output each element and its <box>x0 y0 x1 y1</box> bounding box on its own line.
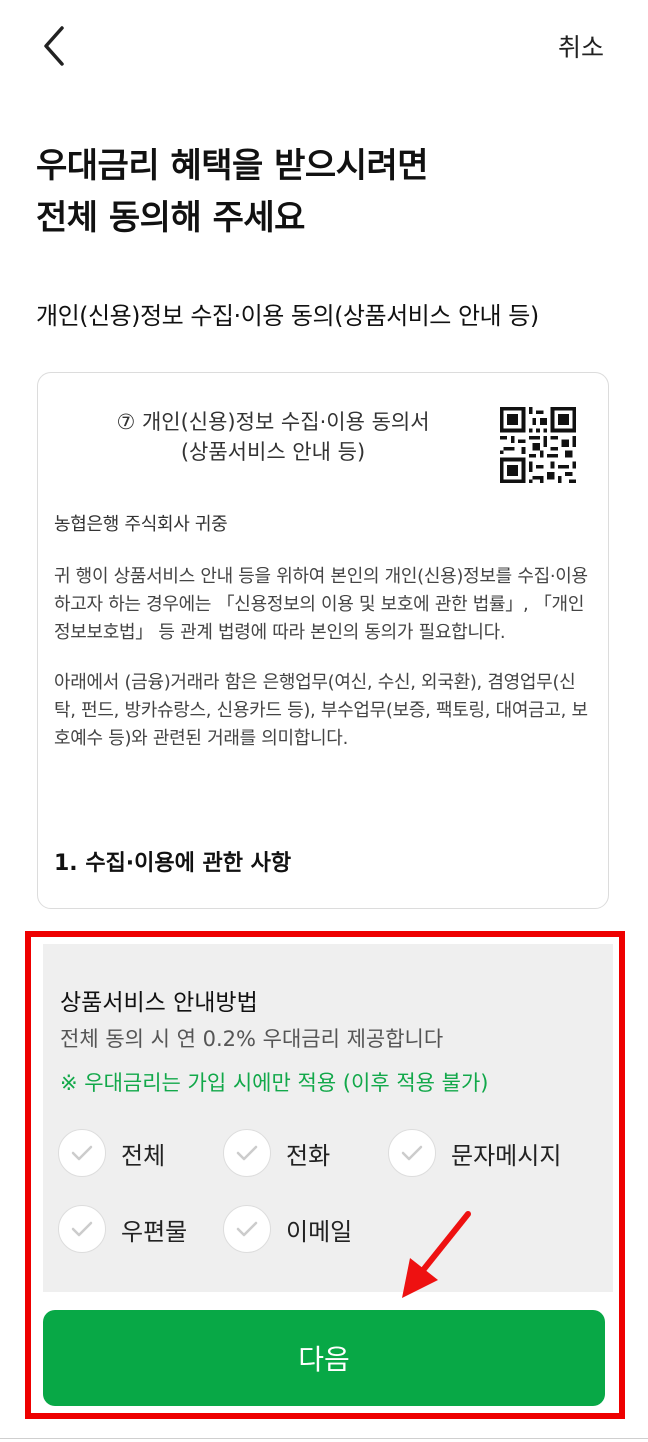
header: 취소 <box>0 0 648 90</box>
document-paragraph-1: 귀 행이 상품서비스 안내 등을 위하여 본인의 개인(신용)정보를 수집·이용… <box>54 566 588 643</box>
highlight-box <box>25 931 625 1419</box>
page-title-line-1: 우대금리 혜택을 받으시려면 <box>36 146 429 186</box>
consent-section-title: 개인(신용)정보 수집·이용 동의(상품서비스 안내 등) <box>36 302 539 330</box>
document-subheading: 1. 수집·이용에 관한 사항 <box>54 851 292 876</box>
qr-code-icon <box>500 407 576 483</box>
document-body: 농협은행 주식회사 귀중 귀 행이 상품서비스 안내 등을 위하여 본인의 개인… <box>54 511 594 775</box>
page-title-line-2: 전체 동의해 주세요 <box>36 198 305 238</box>
cancel-button[interactable]: 취소 <box>558 28 604 64</box>
document-title: ⑦ 개인(신용)정보 수집·이용 동의서 (상품서비스 안내 등) <box>38 407 508 467</box>
back-chevron-icon[interactable] <box>36 22 76 70</box>
page-title: 우대금리 혜택을 받으시려면 전체 동의해 주세요 <box>36 140 429 244</box>
document-title-line-2: (상품서비스 안내 등) <box>180 440 366 464</box>
document-title-line-1: ⑦ 개인(신용)정보 수집·이용 동의서 <box>116 410 430 434</box>
document-addressee: 농협은행 주식회사 귀중 <box>54 514 228 535</box>
document-paragraph-2: 아래에서 (금융)거래라 함은 은행업무(여신, 수신, 외국환), 겸영업무(… <box>54 672 588 749</box>
bottom-divider <box>0 1438 648 1439</box>
consent-document-card[interactable]: ⑦ 개인(신용)정보 수집·이용 동의서 (상품서비스 안내 등) 농협은행 주… <box>37 372 609 909</box>
annotation-arrow-icon <box>402 1211 471 1298</box>
